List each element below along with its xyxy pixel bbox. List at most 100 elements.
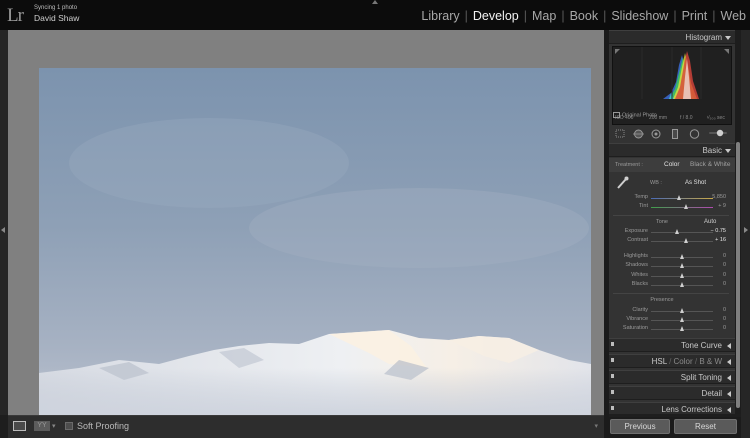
graduated-filter-icon[interactable]	[672, 129, 678, 139]
contrast-slider[interactable]	[651, 238, 713, 243]
expand-left-panel-arrow-icon[interactable]	[1, 227, 5, 233]
highlights-slider[interactable]	[651, 254, 713, 259]
wb-select[interactable]: As Shot	[685, 180, 706, 186]
right-panel-edge[interactable]	[741, 30, 750, 438]
left-panel-collapsed[interactable]	[0, 30, 8, 415]
spot-removal-icon[interactable]	[633, 129, 644, 139]
soft-proofing-checkbox[interactable]	[65, 422, 73, 430]
module-slideshow[interactable]: Slideshow	[611, 9, 668, 23]
panel-switch-icon[interactable]	[611, 358, 614, 362]
module-print[interactable]: Print	[682, 9, 708, 23]
module-web[interactable]: Web	[721, 9, 746, 23]
clarity-slider-thumb[interactable]	[679, 308, 684, 313]
blacks-slider[interactable]	[651, 282, 713, 287]
before-after-dropdown-icon[interactable]: ▾	[52, 422, 56, 430]
module-separator: |	[523, 9, 527, 23]
clarity-slider[interactable]	[651, 308, 713, 313]
previous-button[interactable]: Previous	[610, 419, 670, 434]
vibrance-slider[interactable]	[651, 317, 713, 322]
section-divider	[613, 215, 729, 216]
wb-label: WB :	[650, 180, 662, 186]
highlights-value[interactable]: 0	[723, 253, 726, 259]
tint-value[interactable]: + 9	[718, 203, 726, 209]
treatment-bw-option[interactable]: Black & White	[690, 161, 730, 168]
tint-slider-thumb[interactable]	[683, 204, 688, 209]
module-develop[interactable]: Develop	[473, 9, 519, 23]
hsl-tab[interactable]: HSL	[652, 357, 667, 366]
white-balance-eyedropper-icon[interactable]	[616, 176, 629, 190]
auto-tone-button[interactable]: Auto	[704, 219, 716, 225]
temp-value[interactable]: 5,850	[712, 194, 726, 200]
expand-arrow-icon	[727, 359, 731, 365]
saturation-slider-thumb[interactable]	[679, 326, 684, 331]
shadows-label: Shadows	[625, 262, 648, 268]
crop-tool-icon[interactable]	[615, 129, 625, 138]
shadows-slider[interactable]	[651, 263, 713, 268]
vibrance-slider-thumb[interactable]	[679, 317, 684, 322]
clarity-value[interactable]: 0	[723, 307, 726, 313]
original-photo-indicator[interactable]: Original Photo	[613, 112, 657, 118]
hsl-panel-header[interactable]: HSL / Color / B & W	[609, 354, 735, 368]
tint-slider[interactable]	[651, 204, 713, 209]
split-toning-panel-header[interactable]: Split Toning	[609, 370, 735, 384]
color-tab[interactable]: Color	[674, 357, 693, 366]
temp-slider-thumb[interactable]	[677, 195, 682, 200]
panel-switch-icon[interactable]	[611, 390, 614, 394]
exif-aperture: f / 8.0	[680, 115, 693, 121]
bottom-toolbar: YY ▾ Soft Proofing ▾	[8, 415, 604, 438]
collapse-right-panel-arrow-icon[interactable]	[744, 227, 748, 233]
saturation-value[interactable]: 0	[723, 325, 726, 331]
panel-switch-icon[interactable]	[611, 406, 614, 410]
saturation-label: Saturation	[622, 325, 648, 331]
module-book[interactable]: Book	[570, 9, 599, 23]
module-map[interactable]: Map	[532, 9, 556, 23]
image-canvas[interactable]	[8, 30, 604, 418]
panel-switch-icon[interactable]	[611, 374, 614, 378]
shadows-value[interactable]: 0	[723, 262, 726, 268]
blacks-value[interactable]: 0	[723, 281, 726, 287]
collapse-top-panel-arrow-icon[interactable]	[372, 0, 378, 4]
contrast-value[interactable]: + 16	[715, 237, 726, 243]
lens-corrections-panel-header[interactable]: Lens Corrections	[609, 402, 735, 414]
loupe-view-icon[interactable]	[13, 421, 26, 431]
adjustment-brush-icon[interactable]	[709, 129, 727, 137]
radial-filter-icon[interactable]	[689, 129, 700, 139]
saturation-slider[interactable]	[651, 326, 713, 331]
blacks-slider-thumb[interactable]	[679, 282, 684, 287]
before-after-view-button[interactable]: YY	[34, 421, 50, 431]
whites-value[interactable]: 0	[723, 272, 726, 278]
bw-tab[interactable]: B & W	[699, 357, 722, 366]
temp-row: Temp 5,850	[609, 194, 735, 203]
scrollbar-thumb[interactable]	[736, 142, 740, 408]
sync-status[interactable]: Syncing 1 photo	[34, 5, 77, 11]
whites-slider[interactable]	[651, 273, 713, 278]
exposure-slider-thumb[interactable]	[675, 229, 680, 234]
exposure-value[interactable]: − 0.75	[711, 228, 726, 234]
develop-tool-strip	[609, 125, 735, 142]
module-separator: |	[561, 9, 565, 23]
vibrance-value[interactable]: 0	[723, 316, 726, 322]
histogram-header[interactable]: Histogram	[609, 30, 735, 44]
exposure-slider[interactable]	[651, 229, 713, 234]
hsl-tabs: HSL / Color / B & W	[652, 357, 722, 366]
toolbar-options-icon[interactable]: ▾	[594, 422, 598, 430]
module-library[interactable]: Library	[421, 9, 459, 23]
highlights-slider-thumb[interactable]	[679, 254, 684, 259]
original-photo-label: Original Photo	[622, 112, 657, 119]
module-separator: |	[464, 9, 468, 23]
detail-title: Detail	[701, 389, 722, 398]
treatment-color-option[interactable]: Color	[664, 161, 680, 168]
reset-button[interactable]: Reset	[674, 419, 737, 434]
contrast-slider-thumb[interactable]	[684, 238, 689, 243]
temp-slider[interactable]	[651, 195, 713, 200]
soft-proofing-label: Soft Proofing	[77, 421, 130, 431]
photo-preview[interactable]	[39, 68, 591, 418]
highlights-row: Highlights 0	[609, 253, 735, 262]
tone-curve-panel-header[interactable]: Tone Curve	[609, 338, 735, 352]
red-eye-icon[interactable]	[651, 129, 661, 139]
panel-switch-icon[interactable]	[611, 342, 614, 346]
basic-panel-header[interactable]: Basic	[609, 143, 735, 157]
whites-slider-thumb[interactable]	[679, 273, 684, 278]
detail-panel-header[interactable]: Detail	[609, 386, 735, 400]
shadows-slider-thumb[interactable]	[679, 263, 684, 268]
